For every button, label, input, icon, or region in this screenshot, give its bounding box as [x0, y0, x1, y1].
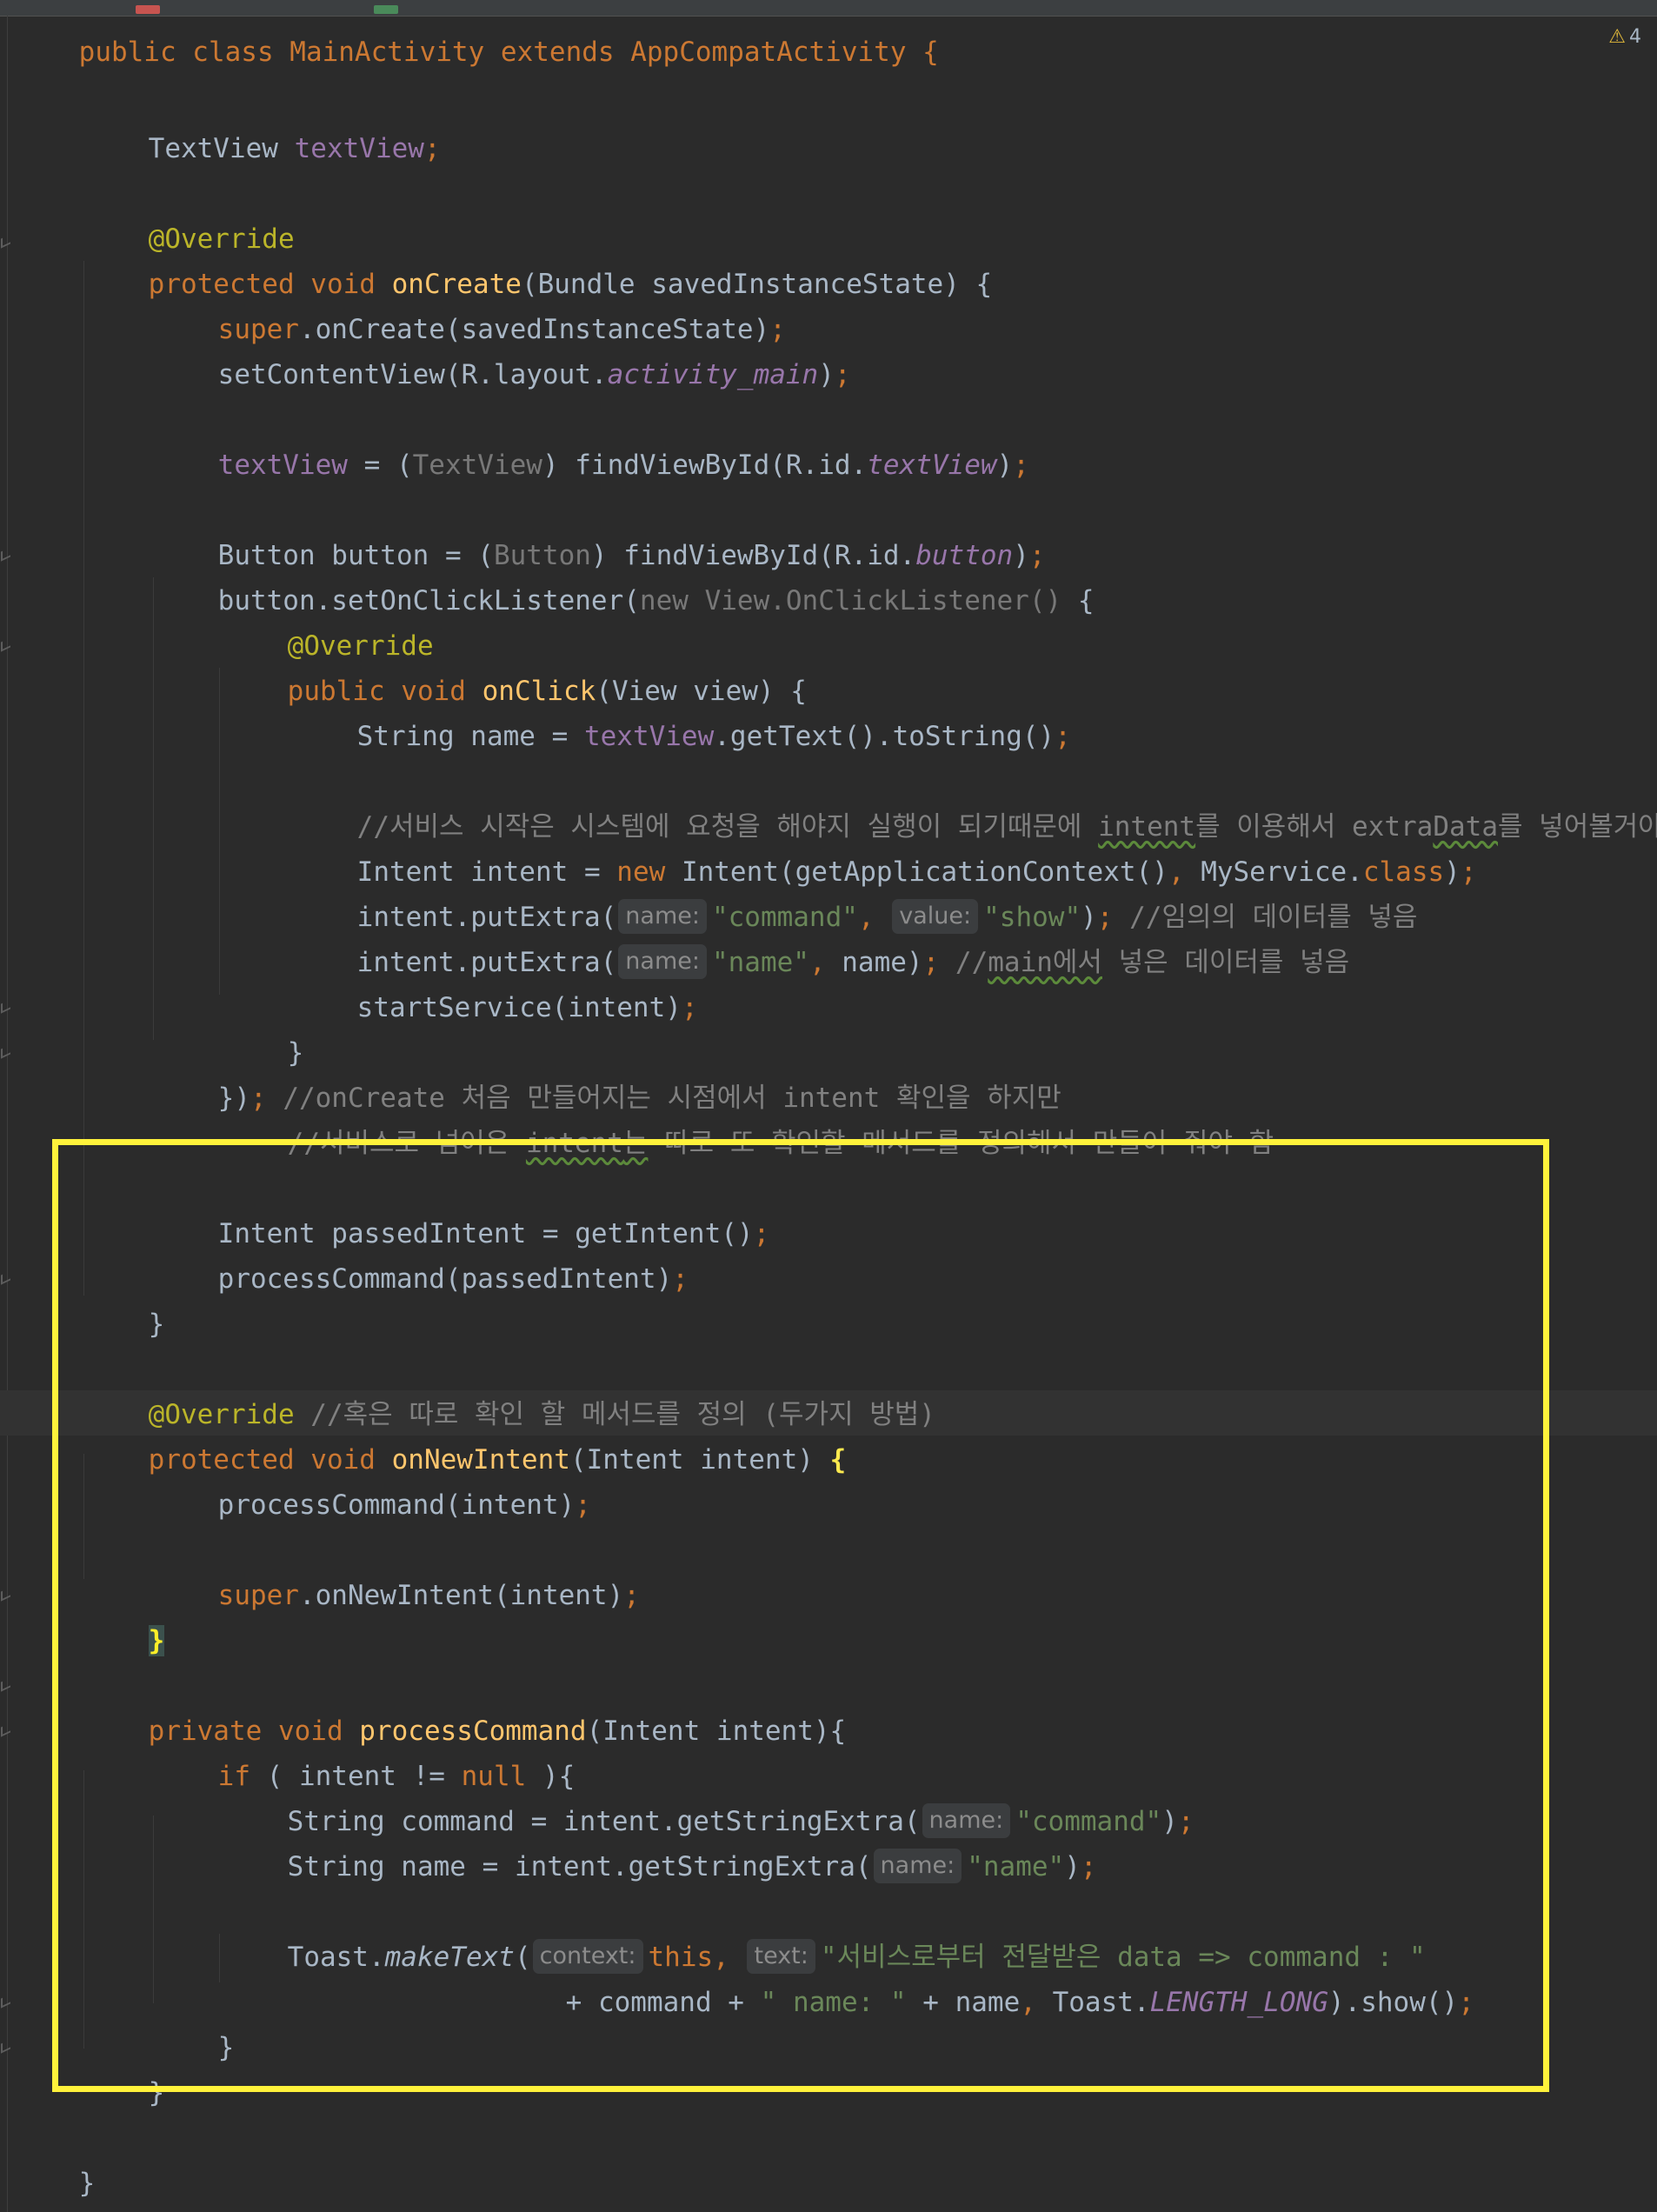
code-token: ;: [1055, 721, 1071, 752]
code-line[interactable]: @Override: [83, 171, 295, 255]
code-token: ): [818, 359, 835, 390]
code-comment: 를 넣어볼거야: [1498, 811, 1657, 843]
code-token: TextView: [412, 450, 542, 481]
code-line[interactable]: protected void onCreate(Bundle savedInst…: [83, 217, 993, 300]
code-comment: 넣은 데이터를 넣음: [1101, 947, 1350, 978]
code-token: }: [78, 2168, 96, 2199]
code-token: startService(intent): [356, 992, 682, 1023]
code-line[interactable]: textView = (TextView) findViewById(R.id.…: [153, 397, 1029, 481]
code-line[interactable]: public void onClick(View view) {: [223, 623, 807, 707]
code-token: ;: [423, 133, 441, 164]
code-line[interactable]: Intent intent = new Intent(getApplicatio…: [292, 804, 1477, 888]
code-line[interactable]: startService(intent);: [292, 940, 698, 1023]
fold-marker-icon[interactable]: [1, 234, 10, 249]
fold-marker-icon[interactable]: [1, 999, 10, 1014]
code-comment: 에서: [1052, 947, 1102, 978]
code-line[interactable]: public class MainActivity extends AppCom…: [14, 0, 939, 68]
code-token: ;: [834, 359, 851, 390]
code-line[interactable]: //서비스 시작은 시스템에 요청을 해야지 실행이 되기때문에 intent를…: [292, 759, 1657, 843]
code-token: TextView: [148, 133, 295, 164]
annotation-highlight-box: [52, 1139, 1549, 2092]
code-token: textView: [294, 133, 424, 164]
code-token: name): [842, 947, 923, 978]
code-line[interactable]: }); //onCreate 처음 만들어지는 시점에서 intent 확인을 …: [153, 1030, 1061, 1114]
warning-count: 4: [1629, 26, 1641, 48]
code-line[interactable]: @Override: [223, 578, 434, 662]
fold-marker-icon[interactable]: [1, 2039, 10, 2054]
code-token: ;: [1460, 856, 1477, 888]
code-token: = (: [347, 450, 413, 481]
code-token: String name =: [356, 721, 584, 752]
code-comment: main: [988, 947, 1053, 978]
code-string: "name": [711, 947, 809, 978]
code-comment: //: [955, 947, 988, 978]
indent-guide: [219, 668, 220, 995]
fold-marker-icon[interactable]: [1, 1044, 10, 1059]
code-token: activity_main: [607, 359, 819, 390]
code-line[interactable]: intent.putExtra(name: "name", name); //ma…: [292, 895, 1349, 979]
fold-marker-icon[interactable]: [1, 1994, 10, 2009]
code-token: textView: [217, 450, 348, 481]
fold-marker-icon[interactable]: [1, 547, 10, 562]
code-token: .getText().toString(): [714, 721, 1055, 752]
fold-marker-icon[interactable]: [1, 1677, 10, 1692]
fold-marker-icon[interactable]: [1, 1270, 10, 1285]
code-line[interactable]: }: [223, 985, 304, 1069]
code-token: ;: [1013, 450, 1029, 481]
fold-marker-icon[interactable]: [1, 1722, 10, 1737]
code-line[interactable]: super.onCreate(savedInstanceState);: [153, 262, 786, 345]
code-line[interactable]: setContentView(R.layout.activity_main);: [153, 307, 851, 390]
fold-marker-icon[interactable]: [1, 637, 10, 652]
gutter-divider: [7, 16, 8, 2212]
code-token: {: [1061, 585, 1095, 616]
code-token: ;: [922, 947, 955, 978]
code-token: setContentView(R.layout.: [217, 359, 608, 390]
code-token: ) findViewById(R.id.: [542, 450, 868, 481]
code-token: new View.OnClickListener(): [639, 585, 1062, 616]
code-editor[interactable]: ⚠ 4 public class MainActivity extends App…: [0, 0, 1657, 2212]
code-token: textView: [583, 721, 715, 752]
code-token: ,: [809, 947, 842, 978]
code-line[interactable]: intent.putExtra(name: "command", value: "s…: [292, 849, 1417, 934]
code-line[interactable]: TextView textView;: [83, 81, 441, 164]
warning-icon: ⚠: [1608, 26, 1626, 48]
code-line[interactable]: //서비스로 넘어온 intent는 따로 또 확인할 메서드를 정의해서 만들…: [223, 1076, 1274, 1159]
code-token: ): [1444, 856, 1461, 888]
code-token: public class MainActivity extends AppCom…: [78, 37, 939, 68]
code-line[interactable]: }: [14, 2115, 96, 2199]
code-token: ): [996, 450, 1014, 481]
inspection-warnings-indicator[interactable]: ⚠ 4: [1608, 26, 1641, 48]
code-line[interactable]: button.setOnClickListener(new View.OnCli…: [153, 533, 1095, 616]
code-token: ;: [681, 992, 698, 1023]
code-line[interactable]: String name = textView.getText().toStrin…: [292, 669, 1071, 752]
code-line[interactable]: Button button = (Button) findViewById(R.…: [153, 488, 1046, 571]
code-token: textView: [867, 450, 997, 481]
fold-marker-icon[interactable]: [1, 1587, 10, 1602]
